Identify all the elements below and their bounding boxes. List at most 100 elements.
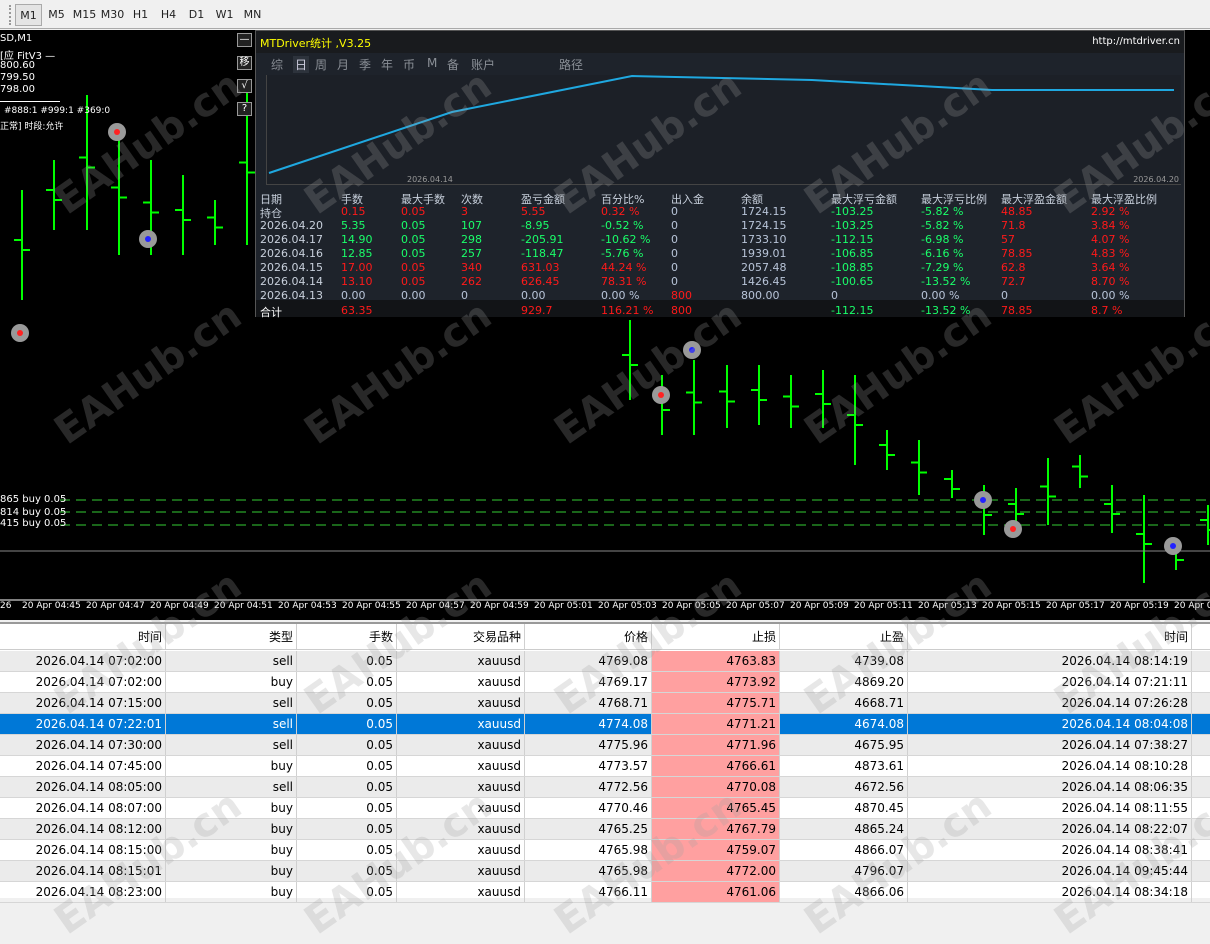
time-axis-label: 20 Apr 05:13 [918, 601, 977, 611]
column-header[interactable]: 交易品种 [397, 624, 525, 649]
stats-cell: 62.8 [1001, 261, 1026, 274]
stats-cell: 71.8 [1001, 219, 1026, 232]
confirm-button[interactable]: √ [237, 79, 252, 93]
stats-cell: -7.29 % [921, 261, 964, 274]
table-cell: 2026.04.14 07:02:00 [0, 672, 166, 692]
stats-cell: 800 [671, 289, 692, 302]
table-cell: 2026.04.14 08:10:28 [908, 756, 1192, 776]
panel-tab[interactable]: 路径 [559, 56, 583, 73]
timeframe-w1[interactable]: W1 [211, 4, 238, 26]
stats-cell: 0.00 [521, 289, 546, 302]
stats-cell: 0 [671, 205, 678, 218]
column-header[interactable]: 时间 [0, 624, 166, 649]
panel-tab[interactable]: 周 [315, 56, 327, 73]
stats-cell: -205.91 [521, 233, 564, 246]
timeframe-m15[interactable]: M15 [71, 4, 98, 26]
table-row[interactable]: 2026.04.14 08:23:00 buy 0.05 xauusd 4766.11 4… [0, 882, 1210, 903]
table-cell: 2026.04.14 07:26:28 [908, 693, 1192, 713]
time-axis-label: 20 Apr 04:51 [214, 601, 273, 611]
stats-cell: 1724.15 [741, 205, 787, 218]
column-header[interactable]: 止损 [652, 624, 780, 649]
panel-tab[interactable]: 季 [359, 56, 371, 73]
panel-tab[interactable]: 账户 [471, 56, 495, 73]
table-cell: 4761.06 [652, 882, 780, 902]
table-cell: 2026.04.14 08:15:01 [0, 861, 166, 881]
timeframe-d1[interactable]: D1 [183, 4, 210, 26]
timeframe-m30[interactable]: M30 [99, 4, 126, 26]
timeframe-m5[interactable]: M5 [43, 4, 70, 26]
timeframe-mn[interactable]: MN [239, 4, 266, 26]
column-header[interactable]: 价格 [525, 624, 652, 649]
table-cell: 4739.08 [780, 651, 908, 671]
stats-cell: 1724.15 [741, 219, 787, 232]
column-header[interactable]: 时间 [908, 624, 1192, 649]
help-button[interactable]: ? [237, 102, 252, 116]
panel-tab[interactable]: 年 [381, 56, 393, 73]
stats-cell: 0.00 [341, 289, 366, 302]
table-cell: 4866.06 [780, 882, 908, 902]
stats-cell: 5.55 [521, 205, 546, 218]
stats-cell: 626.45 [521, 275, 560, 288]
table-row[interactable]: 2026.04.14 07:45:00 buy 0.05 xauusd 4773.57 4… [0, 756, 1210, 777]
table-cell: 0.05 [297, 777, 397, 797]
stats-cell: -8.95 [521, 219, 550, 232]
website-link[interactable]: http://mtdriver.cn [1092, 36, 1180, 47]
trade-marker-dot [114, 129, 120, 135]
timeframe-h1[interactable]: H1 [127, 4, 154, 26]
table-cell: 4675.95 [780, 735, 908, 755]
table-cell: xauusd [397, 798, 525, 818]
column-header[interactable]: 类型 [166, 624, 297, 649]
table-row[interactable]: 2026.04.14 08:15:00 buy 0.05 xauusd 4765.98 4… [0, 840, 1210, 861]
column-header[interactable]: 止盈 [780, 624, 908, 649]
table-cell: 0.05 [297, 840, 397, 860]
stats-total-cell: 78.85 [1001, 304, 1033, 317]
timeframe-m1[interactable]: M1 [15, 4, 42, 26]
table-cell: 4767.79 [652, 819, 780, 839]
stats-cell: -13.52 % [921, 275, 971, 288]
panel-tab[interactable]: 月 [337, 56, 349, 73]
stats-cell: 72.7 [1001, 275, 1026, 288]
panel-tab[interactable]: 备 [447, 56, 459, 73]
stats-cell: 631.03 [521, 261, 560, 274]
move-button[interactable]: 移 [237, 56, 252, 70]
equity-start-date: 2026.04.14 [407, 175, 453, 184]
price-chart[interactable]: SD,M1 [应 FitV3 — 800.60 799.50 798.00 #8… [0, 30, 1210, 620]
table-row[interactable]: 2026.04.14 08:07:00 buy 0.05 xauusd 4770.46 4… [0, 798, 1210, 819]
panel-titlebar[interactable]: MTDriver统计 ,V3.25 http://mtdriver.cn [256, 31, 1184, 53]
stats-cell: 48.85 [1001, 205, 1033, 218]
table-row[interactable]: 2026.04.14 08:05:00 sell 0.05 xauusd 4772.56… [0, 777, 1210, 798]
stats-cell: 1733.10 [741, 233, 787, 246]
stats-cell: 340 [461, 261, 482, 274]
panel-tab[interactable]: 日 [293, 56, 310, 73]
table-cell: 0.05 [297, 714, 397, 734]
table-cell: 2026.04.14 08:07:00 [0, 798, 166, 818]
table-cell: 4773.57 [525, 756, 652, 776]
table-row[interactable]: 2026.04.14 07:30:00 sell 0.05 xauusd 4775.96… [0, 735, 1210, 756]
table-cell: xauusd [397, 651, 525, 671]
table-cell: 4770.46 [525, 798, 652, 818]
order-line-label: 814 buy 0.05 [0, 507, 67, 518]
panel-title: MTDriver统计 ,V3.25 [260, 37, 372, 50]
time-axis-label: 20 Apr 04:49 [150, 601, 209, 611]
table-row[interactable]: 2026.04.14 08:15:01 buy 0.05 xauusd 4765.98 4… [0, 861, 1210, 882]
column-header[interactable]: 手数 [297, 624, 397, 649]
table-row[interactable]: 2026.04.14 07:15:00 sell 0.05 xauusd 4768.71… [0, 693, 1210, 714]
toolbar-grip[interactable] [9, 5, 13, 25]
stats-total-cell: -112.15 [831, 304, 874, 317]
stats-cell: 1426.45 [741, 275, 787, 288]
minimize-button[interactable]: — [237, 33, 252, 47]
time-axis-label: 20 Apr 05:15 [982, 601, 1041, 611]
table-row[interactable]: 2026.04.14 07:22:01 sell 0.05 xauusd 4774.08… [0, 714, 1210, 735]
table-cell: 2026.04.14 08:12:00 [0, 819, 166, 839]
table-row[interactable]: 2026.04.14 07:02:00 sell 0.05 xauusd 4769.08… [0, 651, 1210, 672]
table-row[interactable]: 2026.04.14 07:02:00 buy 0.05 xauusd 4769.17 4… [0, 672, 1210, 693]
panel-tab[interactable]: 币 [403, 56, 415, 73]
panel-tab[interactable]: M [427, 56, 437, 70]
table-cell: xauusd [397, 840, 525, 860]
stats-cell: 2026.04.20 [260, 219, 323, 232]
timeframe-h4[interactable]: H4 [155, 4, 182, 26]
table-cell: 4771.21 [652, 714, 780, 734]
table-row[interactable]: 2026.04.14 08:12:00 buy 0.05 xauusd 4765.25 4… [0, 819, 1210, 840]
panel-tab[interactable]: 综 [271, 56, 283, 73]
order-line-label: 865 buy 0.05 [0, 494, 67, 505]
